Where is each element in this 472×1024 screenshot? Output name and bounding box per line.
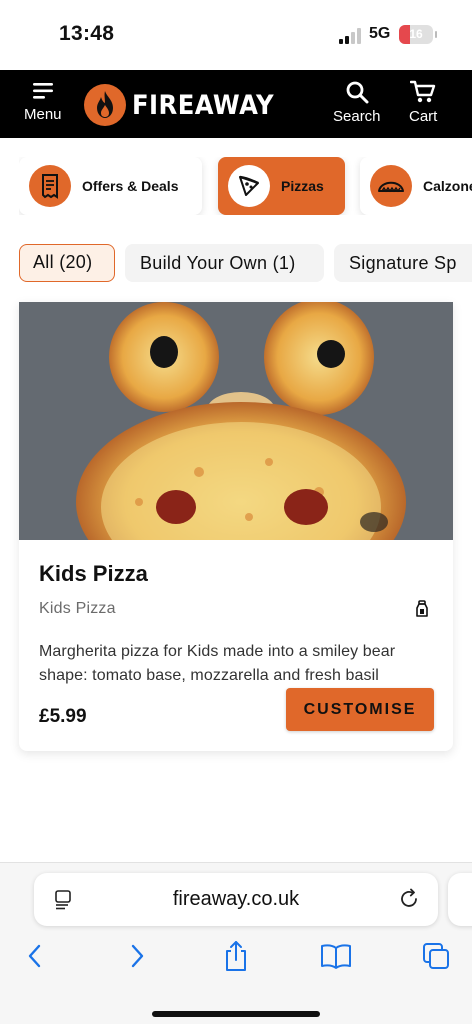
filter-chips: All (20) Build Your Own (1) Signature Sp [19, 244, 472, 282]
category-label: Pizzas [281, 178, 324, 194]
url-text: fireaway.co.uk [172, 888, 300, 910]
brand-logo[interactable]: FIREAWAY [84, 84, 290, 126]
cart-button[interactable]: Cart [409, 80, 437, 125]
battery-icon: 16 [399, 25, 433, 44]
calzone-icon [370, 165, 412, 207]
category-label: Offers & Deals [82, 178, 179, 194]
address-bar[interactable]: fireaway.co.uk [34, 873, 438, 926]
back-icon[interactable] [24, 941, 46, 971]
clock: 13:48 [59, 22, 115, 45]
bookmarks-icon[interactable] [320, 941, 352, 971]
filter-signature[interactable]: Signature Sp [334, 244, 472, 282]
product-image [19, 302, 453, 540]
product-name: Kids Pizza [39, 561, 148, 586]
cart-icon [410, 80, 436, 103]
search-label: Search [333, 108, 381, 125]
filter-build-your-own[interactable]: Build Your Own (1) [125, 244, 324, 282]
product-description: Margherita pizza for Kids made into a sm… [39, 643, 396, 684]
category-tabs: Offers & Deals Pizzas Calzone [19, 157, 472, 215]
status-bar: 13:48 5G 16 [0, 0, 472, 70]
signal-icon [339, 28, 361, 44]
network-type: 5G [369, 25, 391, 42]
home-indicator [152, 1011, 320, 1017]
pizza-slice-icon [228, 165, 270, 207]
battery-tip [435, 31, 437, 38]
menu-label: Menu [24, 106, 62, 123]
product-card[interactable]: Kids Pizza Kids Pizza Margherita pizza f… [19, 302, 453, 751]
search-icon [346, 81, 369, 104]
hamburger-icon [32, 83, 53, 99]
reload-icon[interactable] [399, 888, 421, 910]
browser-toolbar: fireaway.co.uk [0, 862, 472, 1024]
filter-all[interactable]: All (20) [19, 244, 115, 282]
category-label: Calzone [423, 178, 472, 194]
menu-button[interactable]: Menu [24, 80, 62, 123]
product-subtitle: Kids Pizza [39, 600, 116, 617]
category-pizzas[interactable]: Pizzas [218, 157, 345, 215]
search-button[interactable]: Search [333, 80, 381, 125]
forward-icon[interactable] [126, 941, 148, 971]
battery-level: 16 [409, 27, 423, 41]
share-icon[interactable] [222, 939, 250, 973]
receipt-icon [29, 165, 71, 207]
next-tab-preview[interactable] [448, 873, 472, 926]
tabs-icon[interactable] [421, 941, 451, 971]
brand-name: FIREAWAY [132, 89, 275, 121]
vegetarian-icon [416, 600, 428, 617]
cart-label: Cart [409, 108, 438, 125]
site-header: Menu FIREAWAY Search Cart [0, 70, 472, 138]
product-price: £5.99 [39, 706, 87, 727]
category-offers-deals[interactable]: Offers & Deals [19, 157, 202, 215]
flame-icon [84, 84, 126, 126]
customise-button[interactable]: CUSTOMISE [286, 688, 434, 731]
category-calzone[interactable]: Calzone [360, 157, 472, 215]
